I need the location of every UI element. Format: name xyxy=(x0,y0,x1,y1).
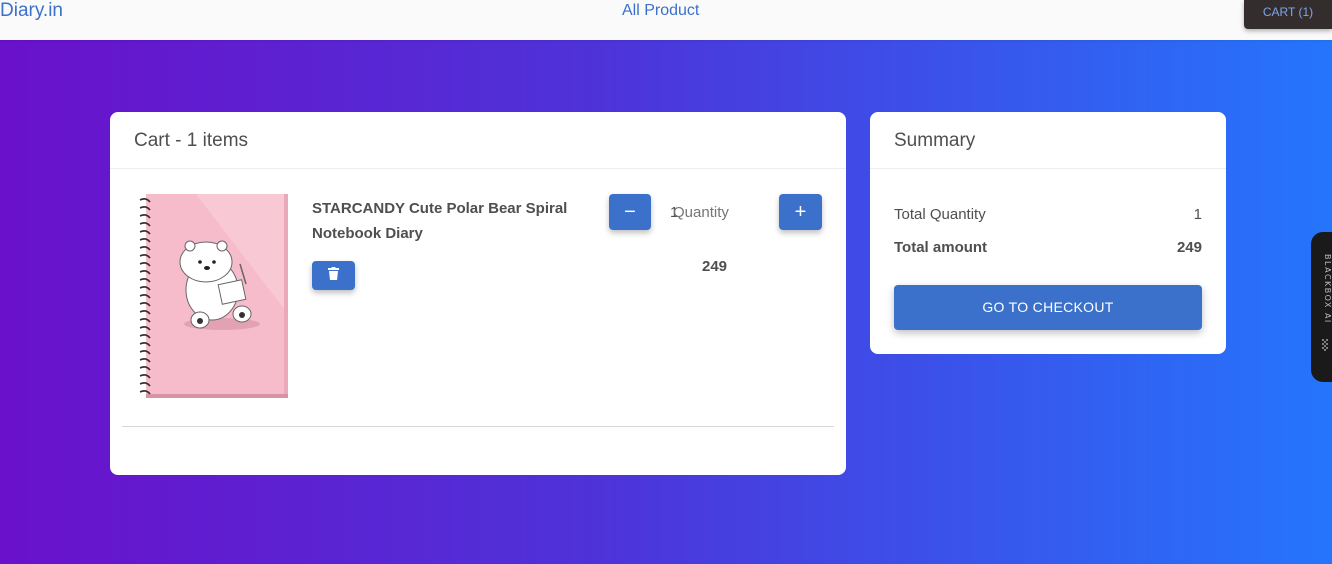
item-price: 249 xyxy=(702,258,728,275)
total-amount-label: Total amount xyxy=(894,239,988,256)
grid-dots-icon xyxy=(1321,338,1331,352)
cart-card: Cart - 1 items STARCANDY Cute Polar Bear… xyxy=(110,112,846,475)
remove-item-button[interactable] xyxy=(312,261,355,290)
total-amount-row: Total amount 249 xyxy=(894,239,1202,256)
side-widget-label: BLACKBOX AI xyxy=(1323,254,1332,324)
nav-all-product[interactable]: All Product xyxy=(622,1,699,21)
total-quantity-row: Total Quantity 1 xyxy=(894,206,1202,223)
decrease-quantity-button[interactable]: − xyxy=(609,194,651,230)
total-quantity-label: Total Quantity xyxy=(894,206,986,223)
summary-title: Summary xyxy=(870,112,1226,169)
divider xyxy=(122,426,834,427)
total-quantity-value: 1 xyxy=(1193,206,1202,223)
brand-logo[interactable]: Diary.in xyxy=(0,0,63,22)
increase-quantity-button[interactable]: + xyxy=(779,194,822,230)
cart-button[interactable]: CART (1) xyxy=(1244,0,1332,29)
top-navbar: Diary.in All Product CART (1) xyxy=(0,0,1332,40)
checkout-button[interactable]: GO TO CHECKOUT xyxy=(894,285,1202,330)
total-amount-value: 249 xyxy=(1176,239,1202,256)
quantity-label: Quantity xyxy=(673,204,729,221)
cart-title: Cart - 1 items xyxy=(110,112,846,169)
product-name: STARCANDY Cute Polar Bear Spiral Noteboo… xyxy=(312,200,568,242)
trash-icon xyxy=(328,266,339,285)
product-image[interactable] xyxy=(136,194,288,398)
blackbox-side-widget[interactable]: BLACKBOX AI xyxy=(1311,232,1332,382)
summary-card: Summary Total Quantity 1 Total amount 24… xyxy=(870,112,1226,354)
